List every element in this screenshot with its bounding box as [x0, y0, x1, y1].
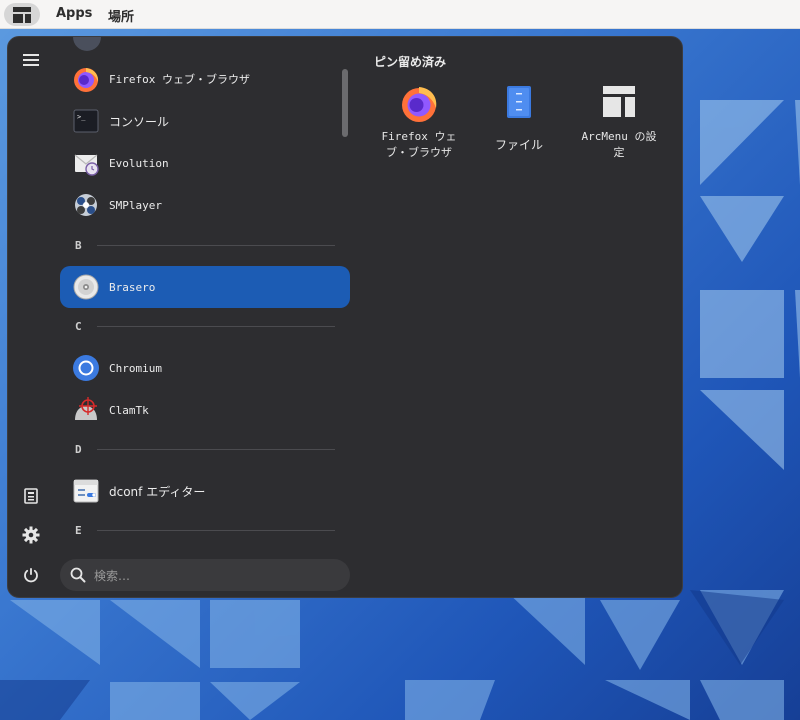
- list-item-label: SMPlayer: [109, 198, 162, 212]
- section-header-d: D: [60, 441, 335, 457]
- category-menu-button[interactable]: [18, 47, 44, 73]
- documents-icon: [24, 488, 38, 504]
- settings-button[interactable]: [18, 522, 44, 548]
- list-item-label: コンソール: [109, 114, 170, 129]
- list-item-clamtk[interactable]: ClamTk: [60, 389, 350, 431]
- pinned-label-line1: ArcMenu の設: [581, 130, 657, 143]
- section-divider: [97, 529, 335, 531]
- power-icon: [24, 568, 38, 583]
- files-icon: [507, 86, 531, 118]
- search-placeholder: 検索…: [94, 568, 131, 583]
- smplayer-icon: [75, 194, 97, 216]
- list-item-label: Firefox ウェブ・ブラウザ: [109, 73, 250, 86]
- section-letter: B: [75, 238, 82, 252]
- firefox-icon: [402, 87, 437, 122]
- evolution-icon: [74, 154, 99, 176]
- pinned-label-line2: ブ・ブラウザ: [386, 146, 452, 159]
- svg-text:>_: >_: [77, 113, 86, 121]
- pinned-item-label: ArcMenu の設 定: [574, 129, 664, 161]
- application-list: Firefox ウェブ・ブラウザ >_ コンソール Evolution SMPl…: [60, 37, 350, 553]
- list-item-label: Evolution: [109, 156, 169, 170]
- list-item-chromium[interactable]: Chromium: [60, 347, 350, 389]
- section-header-e: E: [60, 522, 335, 538]
- chromium-icon: [73, 355, 99, 381]
- list-item-label: dconf エディター: [109, 484, 206, 499]
- pinned-item-label: ファイル: [474, 137, 564, 153]
- search-icon: [70, 567, 86, 583]
- terminal-icon: >_: [73, 109, 99, 133]
- list-item-brasero[interactable]: Brasero: [60, 266, 350, 308]
- pinned-label-line1: ファイル: [494, 138, 543, 152]
- section-letter: C: [75, 319, 82, 333]
- list-item-evolution[interactable]: Evolution: [60, 142, 350, 184]
- documents-button[interactable]: [18, 483, 44, 509]
- section-letter: D: [75, 442, 82, 456]
- pinned-item-files[interactable]: ファイル: [474, 83, 564, 153]
- arcmenu-settings-icon: [603, 86, 635, 117]
- search-input[interactable]: 検索…: [60, 559, 350, 591]
- clamtk-icon: [75, 397, 97, 420]
- power-button[interactable]: [18, 562, 44, 588]
- pinned-label-line2: 定: [613, 146, 625, 159]
- top-bar: Apps 場所: [0, 0, 800, 29]
- pinned-item-label: Firefox ウェ ブ・ブラウザ: [374, 129, 464, 161]
- pinned-item-firefox[interactable]: Firefox ウェ ブ・ブラウザ: [374, 83, 464, 161]
- list-item-label: Brasero: [109, 280, 156, 294]
- places-menu[interactable]: 場所: [108, 6, 134, 25]
- firefox-icon: [74, 68, 99, 92]
- apps-menu[interactable]: Apps: [56, 6, 92, 21]
- pinned-item-arcmenu-settings[interactable]: ArcMenu の設 定: [574, 83, 664, 161]
- pinned-title: ピン留め済み: [374, 55, 447, 69]
- list-item-smplayer[interactable]: SMPlayer: [60, 184, 350, 226]
- partial-app-icon: [73, 37, 101, 51]
- section-divider: [97, 325, 335, 327]
- section-letter: E: [75, 523, 82, 537]
- pinned-label-line1: Firefox ウェ: [381, 130, 457, 143]
- section-divider: [97, 244, 335, 246]
- arcmenu-layout-icon: [13, 6, 31, 23]
- list-item-dconf-editor[interactable]: dconf エディター: [60, 470, 350, 512]
- section-header-c: C: [60, 318, 335, 334]
- app-list-scrollbar[interactable]: [342, 69, 348, 137]
- section-divider: [97, 448, 335, 450]
- list-item-label: Chromium: [109, 361, 162, 375]
- hamburger-menu-icon: [23, 54, 39, 66]
- list-item-label: ClamTk: [109, 403, 149, 417]
- arcmenu-button[interactable]: [4, 3, 40, 26]
- section-header-b: B: [60, 237, 335, 253]
- list-item-console[interactable]: >_ コンソール: [60, 100, 350, 142]
- list-item-firefox[interactable]: Firefox ウェブ・ブラウザ: [60, 58, 350, 100]
- dconf-editor-icon: [73, 479, 99, 503]
- settings-gear-icon: [22, 526, 40, 544]
- brasero-disc-icon: [73, 274, 99, 300]
- arcmenu-popup: Firefox ウェブ・ブラウザ >_ コンソール Evolution SMPl…: [7, 36, 683, 598]
